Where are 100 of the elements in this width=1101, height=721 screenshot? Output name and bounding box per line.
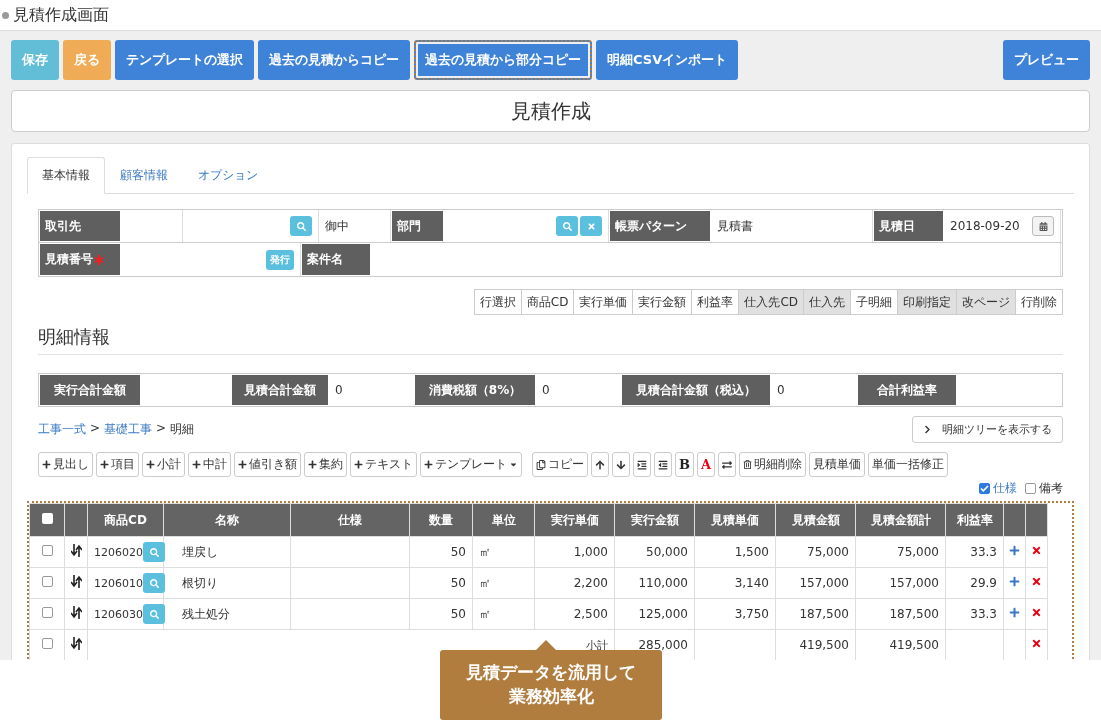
tab[interactable]: オプション (183, 157, 273, 194)
total-label: 見積合計金額 (244, 381, 316, 399)
table-cell: 1206020 (94, 545, 143, 559)
outdent-button[interactable] (654, 452, 672, 477)
tab[interactable]: 基本情報 (27, 157, 105, 194)
column-toggle[interactable]: 行削除 (1015, 289, 1063, 315)
checkbox[interactable] (41, 513, 53, 524)
tool-button[interactable]: 単価一括修正 (868, 452, 949, 477)
total-label: 実行合計金額 (54, 381, 126, 399)
swap-icon (722, 459, 733, 470)
add-button[interactable]: 項目 (96, 452, 139, 477)
plus-icon (354, 460, 363, 469)
arrow-up-icon (595, 459, 605, 470)
delete-row-icon[interactable] (1031, 545, 1042, 556)
preview-button[interactable]: プレビュー (1003, 40, 1090, 80)
plus-icon (308, 460, 317, 469)
total-value: 0 (777, 383, 785, 397)
table-cell: 33.3 (945, 536, 1004, 568)
add-row-icon[interactable] (1009, 576, 1020, 587)
checkbox[interactable] (41, 545, 53, 556)
plus-icon (42, 460, 51, 469)
add-button[interactable]: 中計 (188, 452, 231, 477)
table-cell: 1,000 (534, 536, 615, 568)
search-icon (149, 578, 159, 588)
column-header: 仕様 (290, 503, 410, 537)
required-icon (94, 254, 104, 265)
column-header: 数量 (409, 503, 473, 537)
swap-button[interactable] (718, 452, 737, 477)
delete-row-icon[interactable] (1031, 576, 1042, 587)
toolbar-button[interactable]: 過去の見積から部分コピー (414, 40, 592, 80)
checkbox[interactable] (979, 483, 990, 494)
column-toggle[interactable]: 商品CD (520, 289, 575, 315)
checkbox[interactable] (41, 638, 53, 649)
add-row-icon[interactable] (1009, 607, 1020, 618)
move-down-button[interactable] (612, 452, 630, 477)
figure-caption: 見積作成画面 (13, 4, 109, 26)
date-field[interactable]: 2018-09-20 (950, 219, 1020, 233)
template-dropdown[interactable]: テンプレート (420, 452, 522, 477)
checkbox[interactable] (1025, 483, 1036, 494)
add-button[interactable]: 値引き額 (234, 452, 301, 477)
delete-button[interactable]: 明細削除 (739, 452, 807, 477)
column-toggle[interactable]: 実行単価 (573, 289, 634, 315)
table-cell: ㎡ (472, 567, 535, 599)
breadcrumb-link[interactable]: 工事一式 (38, 421, 86, 438)
column-header: 見積金額 (775, 503, 856, 537)
add-button[interactable]: 見出し (38, 452, 93, 477)
add-button[interactable]: 集約 (304, 452, 347, 477)
indent-button[interactable] (633, 452, 651, 477)
delete-row-icon[interactable] (1031, 638, 1042, 649)
add-row-icon[interactable] (1009, 545, 1020, 556)
table-cell: 3,750 (694, 598, 776, 630)
page-title: 見積作成 (11, 90, 1090, 132)
move-up-button[interactable] (591, 452, 609, 477)
breadcrumb-separator: > (156, 421, 167, 437)
add-button[interactable]: テキスト (350, 452, 417, 477)
section-title: 明細情報 (38, 325, 1063, 355)
bold-button[interactable]: B (675, 452, 694, 477)
column-toggle[interactable]: 利益率 (691, 289, 740, 315)
toolbar-button[interactable]: 明細CSVインポート (596, 40, 739, 80)
column-header: 実行金額 (614, 503, 695, 537)
delete-row-icon[interactable] (1031, 607, 1042, 618)
field-label: 見積番号 (45, 251, 93, 268)
checkbox[interactable] (41, 576, 53, 587)
copy-button[interactable]: コピー (532, 452, 588, 477)
option-label: 仕様 (993, 480, 1017, 497)
total-label: 合計利益率 (877, 381, 937, 399)
search-icon (562, 221, 572, 231)
column-toggle[interactable]: 仕入先 (803, 289, 851, 315)
column-toggle[interactable]: 改ページ (956, 289, 1016, 315)
column-header: 商品CD (87, 503, 164, 537)
sort-icon (70, 575, 82, 588)
close-icon (586, 221, 596, 231)
tree-button[interactable]: 明細ツリーを表示する (912, 416, 1063, 443)
field-value: 見積書 (717, 217, 753, 235)
column-toggle[interactable]: 子明細 (850, 289, 898, 315)
total-label: 見積合計金額（税込） (636, 381, 756, 399)
column-toggle[interactable]: 行選択 (473, 289, 522, 315)
calendar-button[interactable] (1032, 216, 1054, 236)
column-toggle[interactable]: 実行金額 (632, 289, 693, 315)
font-color-button[interactable]: A (697, 452, 716, 477)
breadcrumb-separator: > (90, 421, 101, 437)
table-cell: 75,000 (855, 536, 946, 568)
table-cell: 157,000 (775, 567, 856, 599)
field-label: 帳票パターン (615, 217, 687, 235)
total-value: 0 (542, 383, 550, 397)
column-toggle[interactable]: 仕入先CD (738, 289, 804, 315)
plus-icon (238, 460, 247, 469)
table-cell: 125,000 (614, 598, 695, 630)
add-button[interactable]: 小計 (142, 452, 185, 477)
table-cell: 157,000 (855, 567, 946, 599)
breadcrumb-link[interactable]: 基礎工事 (104, 421, 153, 438)
breadcrumb-current: 明細 (170, 421, 195, 438)
checkbox[interactable] (41, 607, 53, 618)
column-toggle[interactable]: 印刷指定 (897, 289, 957, 315)
toolbar-button[interactable]: 過去の見積からコピー (258, 40, 410, 80)
tab[interactable]: 顧客情報 (105, 157, 183, 194)
plus-icon (192, 460, 201, 469)
table-cell: 50 (409, 598, 473, 630)
tool-button[interactable]: 見積単価 (809, 452, 866, 477)
toolbar-button[interactable]: テンプレートの選択 (115, 40, 254, 80)
